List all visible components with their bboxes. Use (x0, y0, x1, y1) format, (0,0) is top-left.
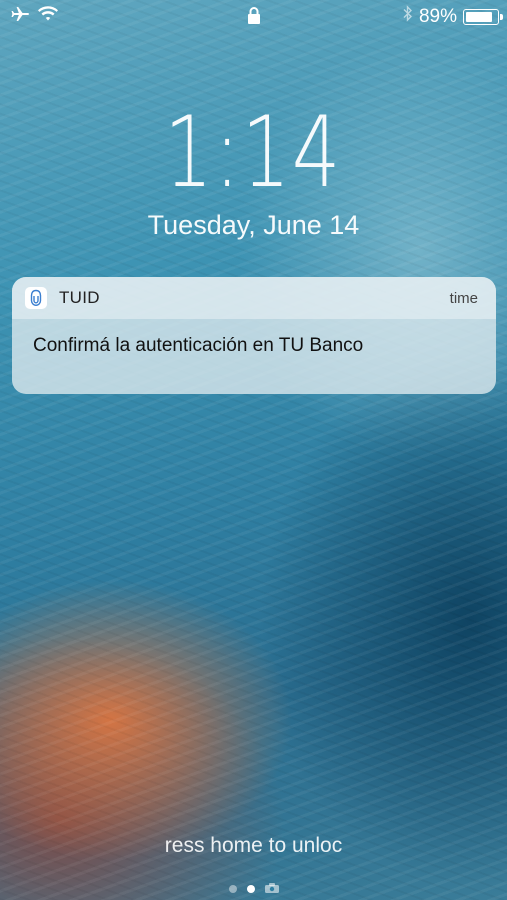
page-indicator (0, 880, 507, 898)
lock-screen-date: Tuesday, June 14 (147, 210, 360, 240)
bluetooth-icon (403, 5, 413, 28)
notification-card[interactable]: TUID time Confirmá la autenticación en T… (12, 277, 496, 394)
page-dot-active (246, 885, 255, 893)
lock-screen-clock: 1:14 (164, 96, 343, 210)
wifi-icon (38, 6, 58, 28)
tuid-app-icon (25, 287, 47, 309)
notification-app-name: TUID (59, 288, 100, 307)
battery-fill (466, 11, 492, 22)
lock-icon (247, 7, 261, 30)
notification-message: Confirmá la autenticación en TU Banco (33, 335, 364, 356)
notification-time: time (449, 290, 478, 307)
status-bar: 89% (0, 0, 507, 34)
battery-icon (463, 8, 503, 25)
notification-header: TUID time (12, 277, 496, 319)
camera-icon[interactable] (264, 880, 279, 898)
battery-percent: 89% (418, 5, 457, 27)
airplane-icon (10, 6, 30, 28)
unlock-hint: ress home to unloc (164, 834, 343, 857)
page-dot (228, 885, 237, 893)
